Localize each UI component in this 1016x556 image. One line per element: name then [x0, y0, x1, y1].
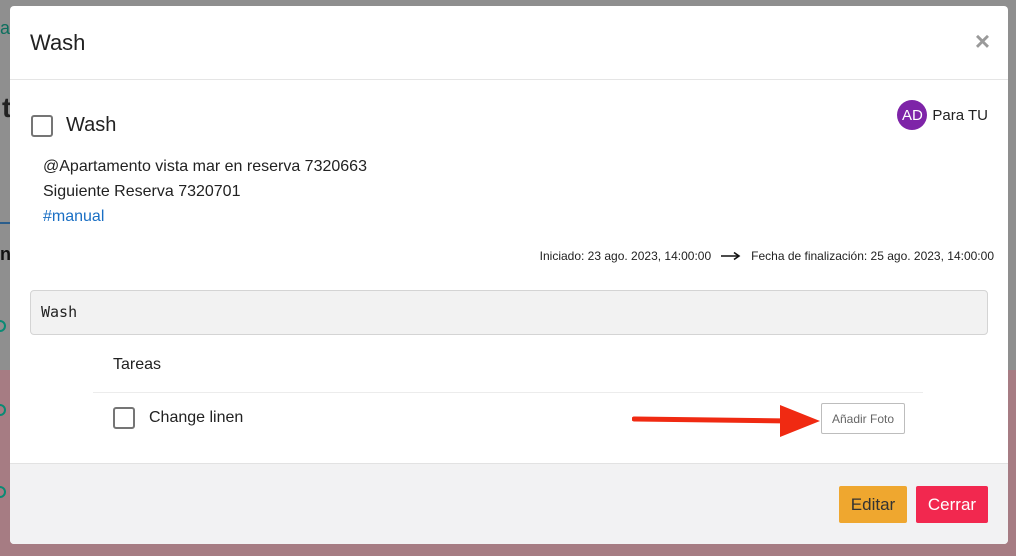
tasks-heading: Tareas	[113, 356, 162, 373]
description-line: Siguiente Reserva 7320701	[43, 183, 241, 200]
start-date: Iniciado: 23 ago. 2023, 14:00:00	[539, 249, 712, 263]
modal-header: Wash ×	[10, 6, 1008, 80]
task-title: Wash	[66, 114, 117, 136]
arrow-right-icon	[721, 251, 741, 261]
close-button[interactable]: Cerrar	[916, 486, 988, 523]
annotation-arrow-icon	[632, 405, 820, 437]
avatar: AD	[897, 100, 928, 130]
assignee-name: Para TU	[932, 106, 988, 124]
add-photo-button[interactable]: Añadir Foto	[821, 403, 905, 434]
subtask-checkbox[interactable]	[113, 407, 135, 429]
background-link-text: a	[0, 18, 11, 38]
task-name-field[interactable]: Wash	[30, 290, 988, 335]
end-date: Fecha de finalización: 25 ago. 2023, 14:…	[751, 249, 994, 263]
date-range: Iniciado: 23 ago. 2023, 14:00:00 Fecha d…	[540, 249, 994, 263]
assignee: AD Para TU	[897, 100, 988, 130]
subtask-label: Change linen	[149, 409, 244, 426]
description-line: @Apartamento vista mar en reserva 732066…	[43, 158, 367, 175]
task-complete-checkbox[interactable]	[31, 115, 53, 137]
task-modal: Wash × Wash AD Para TU @Apartamento vist…	[10, 6, 1008, 544]
edit-button[interactable]: Editar	[839, 486, 907, 523]
tag-link[interactable]: #manual	[43, 204, 367, 229]
modal-footer: Editar Cerrar	[10, 463, 1008, 544]
close-icon[interactable]: ×	[975, 28, 990, 54]
task-description: @Apartamento vista mar en reserva 732066…	[43, 154, 367, 229]
divider	[93, 392, 923, 393]
modal-title: Wash	[30, 30, 86, 55]
